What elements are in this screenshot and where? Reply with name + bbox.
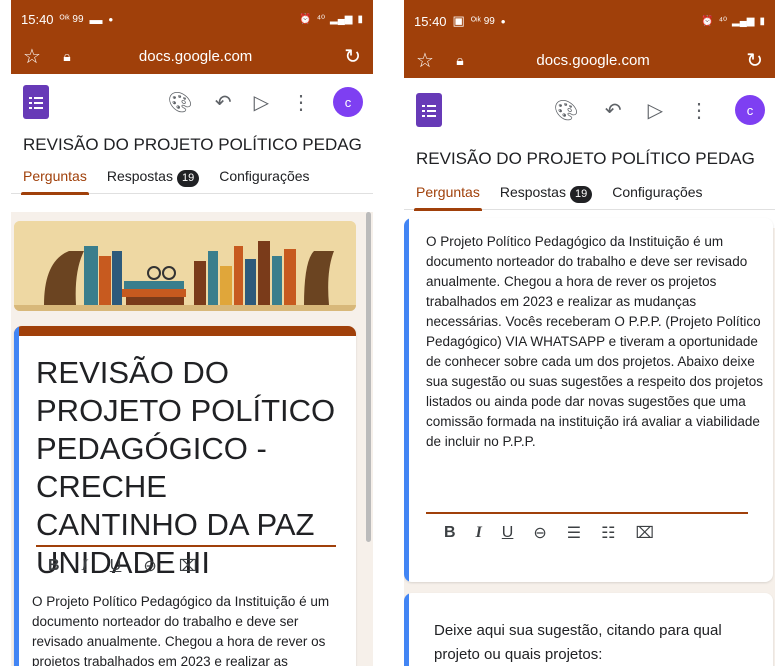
numbered-list-icon[interactable]: ☰ xyxy=(567,523,581,543)
tab-settings[interactable]: Configurações xyxy=(612,176,702,210)
star-icon[interactable]: ☆ xyxy=(23,44,47,69)
carrier-label: ᴼᶦᵏ 99 xyxy=(470,15,495,27)
status-bar: 15:40 ᴼᶦᵏ 99 ▬ • ⏰ ⁴⁰ ▂▄▆ ▮ xyxy=(11,0,373,38)
tab-responses[interactable]: Respostas 19 xyxy=(499,176,593,210)
more-vert-icon[interactable]: ⋮ xyxy=(689,98,709,123)
question-text[interactable]: Deixe aqui sua sugestão, citando para qu… xyxy=(434,619,734,666)
question-card: Deixe aqui sua sugestão, citando para qu… xyxy=(404,593,773,666)
dot-icon: • xyxy=(500,13,506,29)
avatar[interactable]: c xyxy=(333,87,363,117)
left-phone-screen: 15:40 ᴼᶦᵏ 99 ▬ • ⏰ ⁴⁰ ▂▄▆ ▮ ☆ 🔒︎ docs.go… xyxy=(11,0,373,666)
send-icon[interactable]: ▷ xyxy=(648,98,663,123)
doc-title: REVISÃO DO PROJETO POLÍTICO PEDAG xyxy=(416,149,755,168)
form-title[interactable]: REVISÃO DO PROJETO POLÍTICO PEDAGÓGICO -… xyxy=(36,354,336,582)
form-editor-area: REVISÃO DO PROJETO POLÍTICO PEDAGÓGICO -… xyxy=(11,212,373,666)
clear-format-icon[interactable]: ⌧ xyxy=(635,523,653,543)
status-bar: 15:40 ▣ ᴼᶦᵏ 99 • ⏰ ⁴⁰ ▂▄▆ ▮ xyxy=(404,0,775,42)
header-banner-image xyxy=(14,221,356,311)
battery-icon: ▮ xyxy=(759,15,765,27)
palette-icon[interactable]: 🎨︎ xyxy=(167,90,192,115)
books-illustration xyxy=(14,221,356,311)
carrier-label: ᴼᶦᵏ 99 xyxy=(59,13,84,25)
tab-bar: Perguntas Respostas 19 Configurações xyxy=(404,176,775,211)
signal-bars-icon: ▂▄▆ xyxy=(732,15,755,27)
responses-count-badge: 19 xyxy=(176,169,200,187)
lock-icon[interactable]: 🔒︎ xyxy=(440,52,480,69)
form-description[interactable]: O Projeto Político Pedagógico da Institu… xyxy=(32,592,348,666)
form-title-card: O Projeto Político Pedagógico da Institu… xyxy=(404,218,773,582)
dot-icon: • xyxy=(108,11,114,27)
link-icon[interactable]: ⊖ xyxy=(533,523,546,543)
form-description[interactable]: O Projeto Político Pedagógico da Institu… xyxy=(426,232,766,452)
url-text[interactable]: docs.google.com xyxy=(480,52,706,69)
tab-questions[interactable]: Perguntas xyxy=(21,160,89,195)
tab-bar: Perguntas Respostas 19 Configurações xyxy=(11,160,373,195)
form-title-card: REVISÃO DO PROJETO POLÍTICO PEDAGÓGICO -… xyxy=(14,326,356,666)
undo-icon[interactable]: ↶ xyxy=(215,90,232,115)
form-editor-area: O Projeto Político Pedagógico da Institu… xyxy=(404,218,775,666)
italic-button[interactable]: I xyxy=(82,557,88,575)
scrollbar[interactable] xyxy=(366,212,371,542)
url-text[interactable]: docs.google.com xyxy=(87,48,304,65)
forms-toolbar: 🎨︎ ↶ ▷ ⋮ c xyxy=(11,74,373,130)
star-icon[interactable]: ☆ xyxy=(416,48,440,73)
browser-url-bar: ☆ 🔒︎ docs.google.com ↻ xyxy=(11,38,373,74)
doc-title: REVISÃO DO PROJETO POLÍTICO PEDAG xyxy=(23,135,362,154)
responses-count-badge: 19 xyxy=(569,185,593,203)
status-time: 15:40 xyxy=(414,13,447,29)
clear-format-icon[interactable]: ⌧ xyxy=(179,556,197,576)
calendar-icon: ▣ xyxy=(452,13,465,28)
more-vert-icon[interactable]: ⋮ xyxy=(291,90,311,115)
forms-logo-icon[interactable] xyxy=(23,85,49,119)
send-icon[interactable]: ▷ xyxy=(254,90,269,115)
avatar[interactable]: c xyxy=(735,95,765,125)
signal-bars-icon: ▂▄▆ xyxy=(330,13,353,25)
title-input-underline xyxy=(36,545,336,547)
right-phone-screen: 15:40 ▣ ᴼᶦᵏ 99 • ⏰ ⁴⁰ ▂▄▆ ▮ ☆ 🔒︎ docs.go… xyxy=(404,0,775,666)
italic-button[interactable]: I xyxy=(476,524,482,542)
undo-icon[interactable]: ↶ xyxy=(605,98,622,123)
tab-responses-label: Respostas xyxy=(106,167,173,184)
forms-toolbar: 🎨︎ ↶ ▷ ⋮ c xyxy=(404,78,775,142)
reload-icon[interactable]: ↻ xyxy=(344,44,361,69)
signal-label: ⁴⁰ xyxy=(316,13,326,25)
alarm-icon: ⏰ xyxy=(701,15,714,27)
tab-questions[interactable]: Perguntas xyxy=(414,176,482,211)
bulleted-list-icon[interactable]: ☷ xyxy=(601,523,615,543)
description-input-underline xyxy=(426,512,748,514)
lock-icon[interactable]: 🔒︎ xyxy=(47,48,87,65)
alarm-icon: ⏰ xyxy=(299,13,312,25)
status-time: 15:40 xyxy=(21,11,54,27)
message-icon: ▬ xyxy=(89,11,103,27)
tab-responses-label: Respostas xyxy=(499,183,566,200)
underline-button[interactable]: U xyxy=(502,524,514,542)
tab-responses[interactable]: Respostas 19 xyxy=(106,160,200,194)
battery-icon: ▮ xyxy=(357,13,363,25)
browser-url-bar: ☆ 🔒︎ docs.google.com ↻ xyxy=(404,42,775,78)
signal-label: ⁴⁰ xyxy=(718,15,728,27)
bold-button[interactable]: B xyxy=(48,557,60,575)
formatting-toolbar: B I U ⊖ ☰ ☷ ⌧ xyxy=(444,523,654,543)
link-icon[interactable]: ⊖ xyxy=(143,556,156,576)
palette-icon[interactable]: 🎨︎ xyxy=(553,98,578,123)
formatting-toolbar: B I U ⊖ ⌧ xyxy=(48,556,197,576)
forms-logo-icon[interactable] xyxy=(416,93,442,127)
tab-settings[interactable]: Configurações xyxy=(219,160,309,194)
bold-button[interactable]: B xyxy=(444,524,456,542)
reload-icon[interactable]: ↻ xyxy=(746,48,763,73)
underline-button[interactable]: U xyxy=(110,557,122,575)
